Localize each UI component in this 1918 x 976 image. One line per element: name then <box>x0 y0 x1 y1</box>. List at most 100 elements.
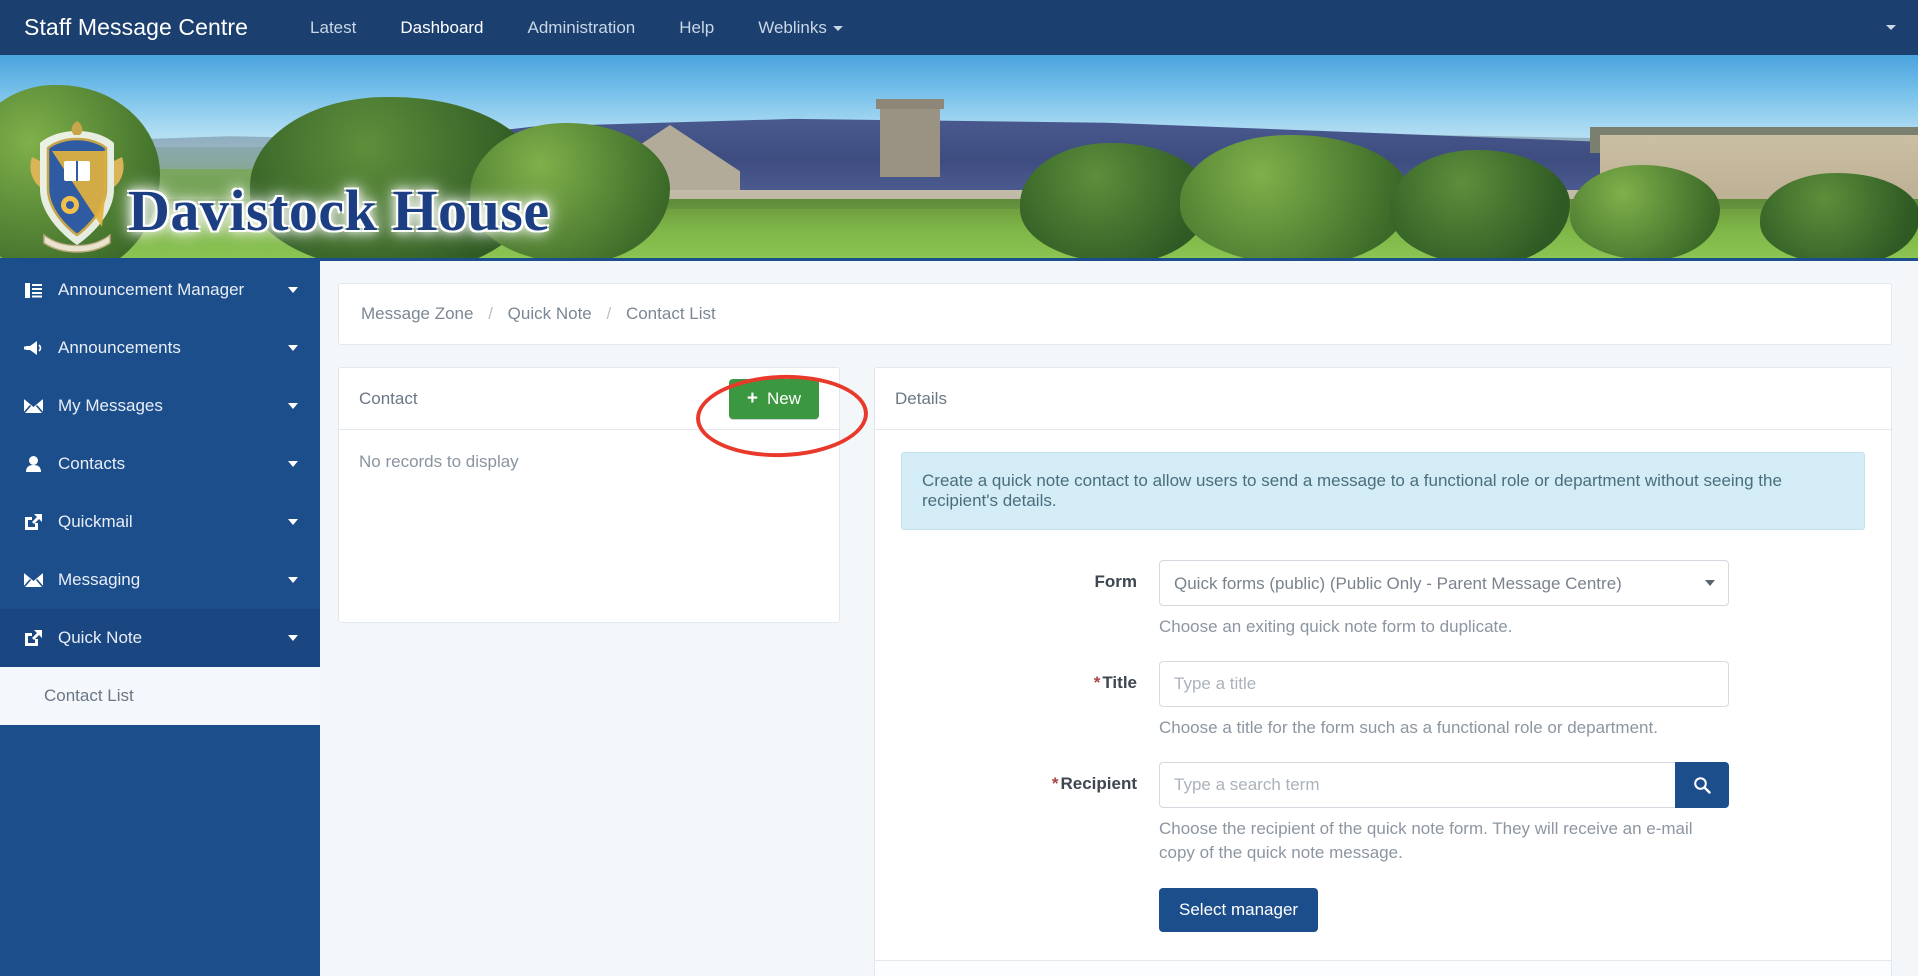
chevron-down-icon <box>288 287 298 293</box>
banner-tree <box>1760 173 1918 261</box>
list-icon <box>20 282 46 298</box>
content-columns: Contact + New No records to display Deta… <box>338 367 1892 976</box>
form-row-form: Form Quick forms (public) (Public Only -… <box>901 560 1865 639</box>
recipient-search-button[interactable] <box>1675 762 1729 809</box>
share-icon <box>20 630 46 646</box>
sidebar-item-my-messages[interactable]: My Messages <box>0 377 320 435</box>
navbar-user-menu[interactable] <box>1886 0 1918 55</box>
title-input[interactable] <box>1159 661 1729 708</box>
top-navbar: Staff Message Centre Latest Dashboard Ad… <box>0 0 1918 55</box>
nav-link-latest[interactable]: Latest <box>288 0 378 55</box>
caret-down-icon <box>1886 25 1896 30</box>
sidebar-item-label: Contacts <box>58 454 126 473</box>
sidebar-item-announcements[interactable]: Announcements <box>0 319 320 377</box>
form-select[interactable]: Quick forms (public) (Public Only - Pare… <box>1159 560 1729 606</box>
form-row-recipient: * Recipient Type a search term Choose th… <box>901 762 1865 865</box>
banner-tree <box>1390 150 1570 261</box>
title-help-text: Choose a title for the form such as a fu… <box>1159 718 1658 738</box>
breadcrumb-separator: / <box>488 304 493 323</box>
plus-icon: + <box>746 388 758 409</box>
new-button-label: New <box>766 388 801 408</box>
title-field-wrapper: Choose a title for the form such as a fu… <box>1159 661 1729 740</box>
contact-panel-header: Contact + New <box>339 368 839 430</box>
sidebar-item-messaging[interactable]: Messaging <box>0 551 320 609</box>
contact-list-empty-state: No records to display <box>339 430 839 622</box>
school-crest-icon <box>30 121 124 253</box>
breadcrumb-item-contact-list[interactable]: Contact List <box>626 304 716 323</box>
breadcrumb-item-message-zone[interactable]: Message Zone <box>361 304 473 323</box>
recipient-help-text: Choose the recipient of the quick note f… <box>1159 819 1693 863</box>
sidebar-subitem-label: Contact List <box>44 686 134 705</box>
contact-panel-card: Contact + New No records to display <box>338 367 840 623</box>
recipient-label-text: Recipient <box>1060 774 1137 794</box>
user-icon <box>20 456 46 472</box>
banner-tower <box>876 99 944 177</box>
megaphone-icon <box>20 340 46 356</box>
recipient-field-label: * Recipient <box>901 762 1159 794</box>
breadcrumb: Message Zone / Quick Note / Contact List <box>338 283 1892 345</box>
form-help-text: Choose an exiting quick note form to dup… <box>1159 617 1513 636</box>
nav-link-administration[interactable]: Administration <box>506 0 658 55</box>
sidebar-item-label: My Messages <box>58 396 163 415</box>
title-field-label: * Title <box>901 661 1159 693</box>
sidebar-item-announcement-manager[interactable]: Announcement Manager <box>0 261 320 319</box>
sidebar-item-contacts[interactable]: Contacts <box>0 435 320 493</box>
form-select-wrapper: Quick forms (public) (Public Only - Pare… <box>1159 560 1729 606</box>
sidebar-item-label: Quick Note <box>58 628 143 647</box>
details-panel-card: Details Create a quick note contact to a… <box>874 367 1892 976</box>
page-layout: Announcement Manager Announcements My Me… <box>0 261 1918 976</box>
share-icon <box>20 514 46 530</box>
sidebar-item-label: Announcements <box>58 338 181 357</box>
select-manager-spacer <box>901 888 1159 900</box>
nav-link-dashboard[interactable]: Dashboard <box>378 0 505 55</box>
form-field-label: Form <box>1094 572 1138 591</box>
breadcrumb-separator: / <box>606 304 612 323</box>
recipient-search-input[interactable] <box>1159 762 1675 809</box>
main-content: Message Zone / Quick Note / Contact List… <box>320 261 1918 976</box>
chevron-down-icon <box>288 403 298 409</box>
new-button[interactable]: + New <box>728 378 819 419</box>
details-panel: Details Create a quick note contact to a… <box>874 367 1892 976</box>
banner-title: Davistock House <box>128 178 550 243</box>
required-marker: * <box>1093 673 1101 693</box>
select-manager-wrapper: Select manager <box>1159 887 1729 932</box>
contact-panel-title: Contact <box>359 388 418 408</box>
sidebar-item-label: Quickmail <box>58 512 133 531</box>
navbar-links: Latest Dashboard Administration Help Web… <box>288 0 865 55</box>
chevron-down-icon <box>288 345 298 351</box>
chevron-down-icon <box>832 26 843 32</box>
chevron-down-icon <box>288 577 298 583</box>
details-form: Create a quick note contact to allow use… <box>875 430 1891 960</box>
details-panel-header: Details <box>875 368 1891 430</box>
sidebar-item-label: Messaging <box>58 570 141 589</box>
info-alert: Create a quick note contact to allow use… <box>901 452 1865 530</box>
sidebar-item-label: Announcement Manager <box>58 280 245 299</box>
banner-tree <box>1180 135 1410 261</box>
nav-link-help[interactable]: Help <box>657 0 736 55</box>
chevron-down-icon <box>288 635 298 641</box>
required-marker: * <box>1051 774 1059 794</box>
navbar-brand[interactable]: Staff Message Centre <box>24 14 248 41</box>
envelope-icon <box>20 573 46 587</box>
recipient-field-wrapper: Choose the recipient of the quick note f… <box>1159 762 1729 865</box>
search-icon <box>1694 777 1711 794</box>
select-manager-button[interactable]: Select manager <box>1159 887 1319 932</box>
envelope-icon <box>20 399 46 413</box>
breadcrumb-item-quick-note[interactable]: Quick Note <box>508 304 592 323</box>
sidebar: Announcement Manager Announcements My Me… <box>0 261 320 976</box>
details-panel-title: Details <box>895 388 947 408</box>
form-row-title: *Title Choose a title for the form such … <box>901 661 1865 740</box>
form-field-wrapper: Quick forms (public) (Public Only - Pare… <box>1159 560 1729 639</box>
site-banner: Davistock House <box>0 55 1918 261</box>
sidebar-item-quick-note[interactable]: Quick Note <box>0 609 320 667</box>
empty-message: No records to display <box>359 452 519 471</box>
nav-link-weblinks-label: Weblinks <box>758 18 827 37</box>
form-row-select-manager: Select manager <box>901 887 1865 932</box>
sidebar-subitem-contact-list[interactable]: Contact List <box>0 667 320 725</box>
nav-link-weblinks[interactable]: Weblinks <box>736 0 865 55</box>
chevron-down-icon <box>288 461 298 467</box>
sidebar-item-quickmail[interactable]: Quickmail <box>0 493 320 551</box>
title-label-text: Title <box>1102 673 1137 693</box>
contact-panel: Contact + New No records to display <box>338 367 870 623</box>
chevron-down-icon <box>288 519 298 525</box>
